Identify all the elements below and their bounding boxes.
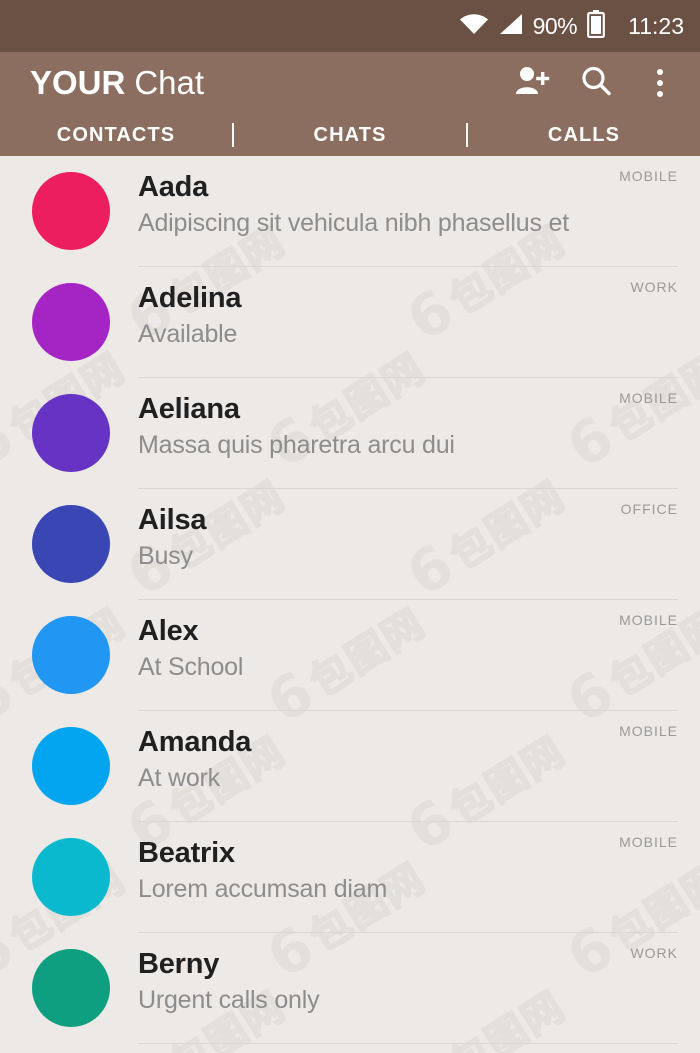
app-title-bold: YOUR [30,64,126,101]
contact-name: Beatrix [138,837,235,869]
contacts-panel: 6包图网6包图网6包图网6包图网6包图网6包图网6包图网6包图网6包图网6包图网… [0,156,700,1053]
signal-icon [498,12,524,41]
contact-row[interactable]: MOBILE Aada Adipiscing sit vehicula nibh p… [0,156,700,267]
avatar [32,838,110,916]
avatar [32,283,110,361]
contact-status: At School [138,653,244,682]
contact-number-label: OFFICE [620,501,678,517]
contact-status: Available [138,320,238,349]
tab-separator [232,123,234,147]
avatar [32,505,110,583]
contact-number-label: WORK [630,279,678,295]
contact-row[interactable]: MOBILE Alex At School [0,600,700,711]
contact-row[interactable]: MOBILE Beatrix Lorem accumsan diam [0,822,700,933]
contact-row-body: MOBILE Amanda At work [138,711,700,822]
contact-row[interactable]: WORK Berny Urgent calls only [0,933,700,1044]
contact-number-label: MOBILE [619,390,678,406]
contact-status: Lorem accumsan diam [138,875,388,904]
add-contact-icon [514,65,550,102]
status-bar: 90% 11:23 [0,0,700,52]
overflow-menu-icon [657,69,663,97]
tab-contacts[interactable]: CONTACTS [0,124,232,147]
contact-row-body: MOBILE Aeliana Massa quis pharetra arcu du… [138,378,700,489]
contact-row-body: WORK Berny Urgent calls only [138,933,700,1044]
contact-name: Alex [138,615,199,647]
overflow-menu-button[interactable] [642,65,678,101]
add-contact-button[interactable] [514,65,550,101]
row-divider [138,1043,678,1044]
tab-calls[interactable]: CALLS [468,124,700,147]
avatar [32,949,110,1027]
battery-percentage: 90% [532,12,578,39]
tab-bar: CONTACTS CHATS CALLS [0,114,700,156]
tab-chats[interactable]: CHATS [234,124,466,147]
contact-number-label: WORK [630,945,678,961]
avatar [32,727,110,805]
contact-status: Urgent calls only [138,986,320,1015]
contact-status: Adipiscing sit vehicula nibh phasellus e… [138,209,569,238]
contact-row-body: MOBILE Beatrix Lorem accumsan diam [138,822,700,933]
contact-number-label: MOBILE [619,612,678,628]
contact-status: Massa quis pharetra arcu dui [138,431,455,460]
avatar [32,616,110,694]
avatar [32,394,110,472]
avatar [32,172,110,250]
contact-name: Amanda [138,726,252,758]
status-bar-clock: 11:23 [628,12,684,39]
app-bar-actions [514,65,678,101]
contact-row[interactable]: OFFICE Ailsa Busy [0,489,700,600]
watermark-logo: 6 [115,1040,185,1053]
contact-number-label: MOBILE [619,834,678,850]
contact-status: Busy [138,542,193,571]
app-bar-top-row: YOUR Chat [0,52,700,114]
contact-name: Aeliana [138,393,240,425]
battery-icon [587,9,606,43]
search-button[interactable] [578,65,614,101]
app-bar: YOUR Chat CONTACTS CHATS CALLS [0,52,700,156]
contact-row[interactable]: MOBILE Aeliana Massa quis pharetra arcu du… [0,378,700,489]
search-icon [580,65,612,102]
contact-name: Berny [138,948,220,980]
contact-row-body: WORK Adelina Available [138,267,700,378]
contact-row-body: MOBILE Alex At School [138,600,700,711]
wifi-icon [459,12,489,41]
app-title: YOUR Chat [30,64,204,102]
contact-status: At work [138,764,220,793]
contact-number-label: MOBILE [619,723,678,739]
contact-list: MOBILE Aada Adipiscing sit vehicula nibh p… [0,156,700,1044]
contact-name: Adelina [138,282,242,314]
contact-row[interactable]: WORK Adelina Available [0,267,700,378]
contact-row[interactable]: MOBILE Amanda At work [0,711,700,822]
contact-number-label: MOBILE [619,168,678,184]
contact-row-body: MOBILE Aada Adipiscing sit vehicula nibh p… [138,156,700,267]
watermark-logo: 6 [395,1040,465,1053]
status-bar-icons: 90% 11:23 [459,9,684,43]
tab-separator [466,123,468,147]
app-title-light: Chat [134,64,205,101]
contact-row-body: OFFICE Ailsa Busy [138,489,700,600]
contact-name: Ailsa [138,504,207,536]
contact-name: Aada [138,171,209,203]
